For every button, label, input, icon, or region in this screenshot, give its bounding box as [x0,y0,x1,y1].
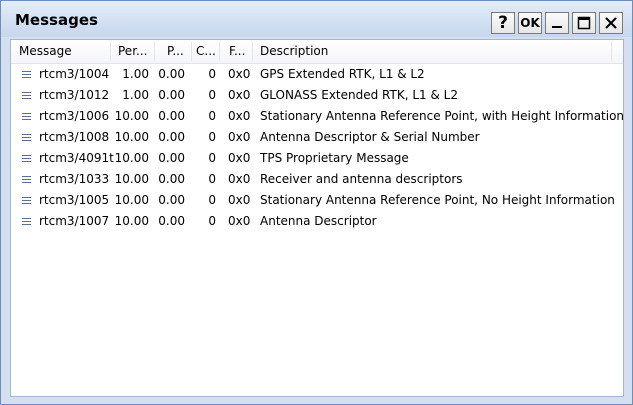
message-cell: rtcm3/1033 [39,172,110,186]
message-list-icon [22,132,32,142]
ok-button[interactable]: OK [518,12,542,34]
column-divider[interactable] [110,42,111,61]
title-bar[interactable]: Messages ? OK [1,1,632,37]
message-cell: rtcm3/1005 [39,193,110,207]
period-cell: 10.00 [114,130,149,144]
message-cell: rtcm3/4091t [39,151,114,165]
phase-cell: 0.00 [158,193,185,207]
description-cell: GPS Extended RTK, L1 & L2 [260,67,425,81]
minimize-button[interactable] [545,12,569,34]
maximize-button[interactable] [572,12,596,34]
flags-cell: 0x0 [228,130,251,144]
description-cell: Antenna Descriptor [260,214,377,228]
count-cell: 0 [208,88,216,102]
close-button[interactable] [599,12,623,34]
flags-cell: 0x0 [228,88,251,102]
flags-cell: 0x0 [228,151,251,165]
table-row[interactable]: rtcm3/1012 1.00 0.00 0 0x0 GLONASS Extended R… [11,85,623,106]
minimize-icon [551,17,563,29]
phase-cell: 0.00 [158,67,185,81]
column-divider[interactable] [252,42,253,61]
flags-cell: 0x0 [228,193,251,207]
message-list-icon [22,195,32,205]
message-list-icon [22,153,32,163]
message-cell: rtcm3/1008 [39,130,110,144]
count-cell: 0 [208,67,216,81]
count-cell: 0 [208,151,216,165]
column-divider[interactable] [154,42,155,61]
table-row[interactable]: rtcm3/1007 10.00 0.00 0 0x0 Antenna Descripto… [11,211,623,232]
phase-cell: 0.00 [158,130,185,144]
close-icon [604,16,618,30]
column-header-message[interactable]: Message [19,40,109,63]
phase-cell: 0.00 [158,172,185,186]
period-cell: 10.00 [114,193,149,207]
flags-cell: 0x0 [228,67,251,81]
description-cell: GLONASS Extended RTK, L1 & L2 [260,88,458,102]
table-row[interactable]: rtcm3/1004 1.00 0.00 0 0x0 GPS Extended RTK, … [11,64,623,85]
message-list-icon [22,111,32,121]
period-cell: 1.00 [122,88,149,102]
column-header-period[interactable]: Per... [118,40,154,63]
table-row[interactable]: rtcm3/1005 10.00 0.00 0 0x0 Stationary Antenn… [11,190,623,211]
flags-cell: 0x0 [228,214,251,228]
count-cell: 0 [208,130,216,144]
period-cell: 1.00 [122,67,149,81]
count-cell: 0 [208,172,216,186]
table-row[interactable]: rtcm3/1008 10.00 0.00 0 0x0 Antenna Descripto… [11,127,623,148]
period-cell: 10.00 [114,109,149,123]
message-cell: rtcm3/1004 [39,67,110,81]
column-header-phase[interactable]: P... [167,40,191,63]
column-divider[interactable] [191,42,192,61]
window-title: Messages [15,11,98,29]
period-cell: 10.00 [114,151,149,165]
message-list-icon [22,216,32,226]
phase-cell: 0.00 [158,109,185,123]
message-list-icon [22,174,32,184]
description-cell: Receiver and antenna descriptors [260,172,463,186]
phase-cell: 0.00 [158,88,185,102]
help-icon: ? [498,13,508,33]
message-cell: rtcm3/1007 [39,214,110,228]
column-divider[interactable] [611,42,612,61]
column-divider[interactable] [219,42,220,61]
column-header-description[interactable]: Description [260,40,560,63]
count-cell: 0 [208,109,216,123]
help-button[interactable]: ? [491,12,515,34]
description-cell: Stationary Antenna Reference Point, No H… [260,193,615,207]
table-row[interactable]: rtcm3/4091t 10.00 0.00 0 0x0 TPS Proprietary … [11,148,623,169]
phase-cell: 0.00 [158,214,185,228]
message-list-icon [22,90,32,100]
column-header-count[interactable]: C... [196,40,218,63]
maximize-icon [577,16,591,30]
table-row[interactable]: rtcm3/1033 10.00 0.00 0 0x0 Receiver and ante… [11,169,623,190]
table-row[interactable]: rtcm3/1006 10.00 0.00 0 0x0 Stationary Antenn… [11,106,625,127]
message-cell: rtcm3/1012 [39,88,110,102]
count-cell: 0 [208,214,216,228]
table-header: Message Per... P... C... F... Descriptio… [11,40,623,64]
period-cell: 10.00 [114,214,149,228]
flags-cell: 0x0 [228,172,251,186]
phase-cell: 0.00 [158,151,185,165]
count-cell: 0 [208,193,216,207]
ok-label: OK [520,16,540,30]
message-cell: rtcm3/1006 [39,109,110,123]
period-cell: 10.00 [114,172,149,186]
description-cell: Antenna Descriptor & Serial Number [260,130,480,144]
column-header-flags[interactable]: F... [229,40,251,63]
messages-window: Messages ? OK Message Per... P... C... F… [0,0,633,405]
message-list-icon [22,69,32,79]
description-cell: TPS Proprietary Message [260,151,409,165]
flags-cell: 0x0 [228,109,251,123]
messages-table: Message Per... P... C... F... Descriptio… [10,39,624,397]
description-cell: Stationary Antenna Reference Point, with… [260,109,625,123]
